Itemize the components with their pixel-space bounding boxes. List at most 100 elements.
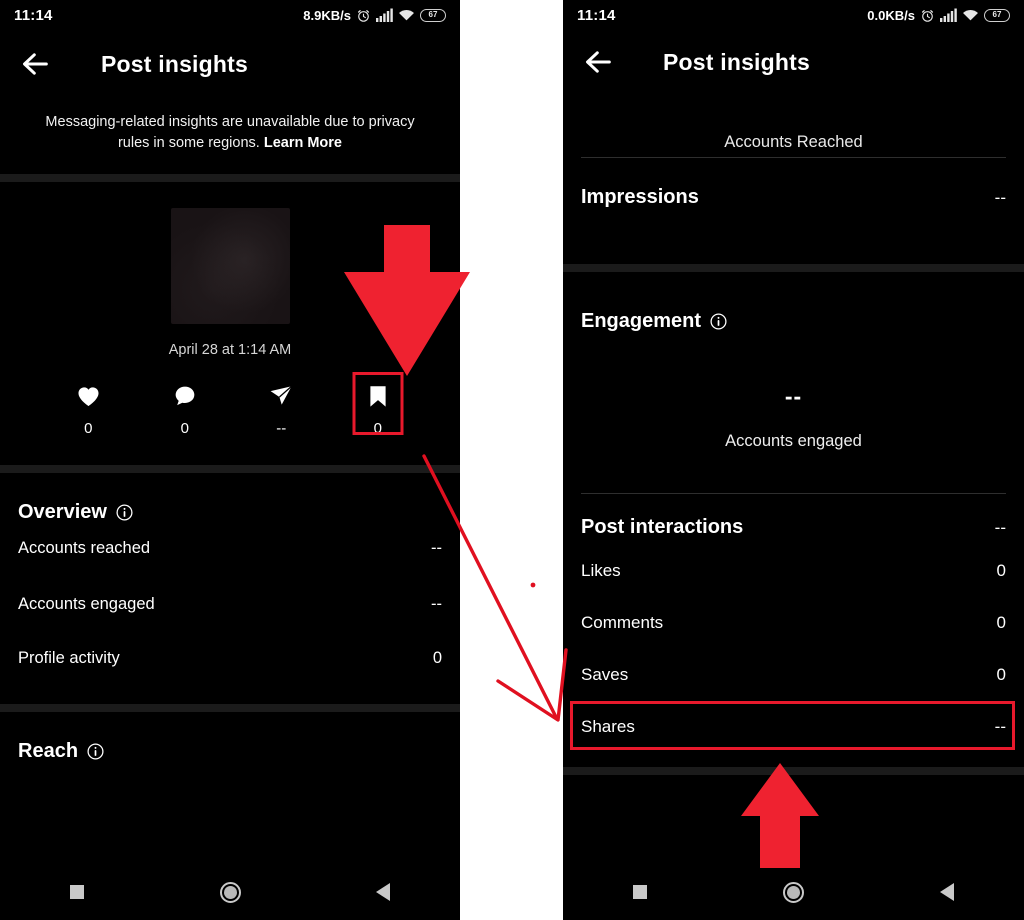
recents-button[interactable] <box>563 885 717 899</box>
bookmark-icon <box>369 384 387 408</box>
red-dot-marker <box>530 582 536 588</box>
metric-value: -- <box>276 420 287 438</box>
overview-row[interactable]: Accounts reached -- <box>18 524 442 558</box>
privacy-notice: Messaging-related insights are unavailab… <box>0 98 460 174</box>
post-date-label: April 28 at 1:14 AM <box>168 342 292 359</box>
heart-icon <box>77 384 100 408</box>
circle-home-icon <box>782 881 804 903</box>
signal-bars-icon <box>376 8 393 22</box>
status-indicators: 8.9KB/s 67 <box>303 8 446 23</box>
reach-title-label: Reach <box>18 740 79 763</box>
android-navbar-right <box>563 864 1024 920</box>
section-divider <box>563 264 1024 272</box>
overview-row[interactable]: Profile activity 0 <box>18 614 442 668</box>
page-title: Post insights <box>663 48 811 75</box>
metric-value: 0 <box>180 420 189 438</box>
interaction-row-comments[interactable]: Comments 0 <box>581 597 1006 649</box>
row-label: Accounts reached <box>18 539 151 558</box>
row-value: 0 <box>432 649 442 668</box>
overview-title-label: Overview <box>18 501 107 524</box>
post-interactions-label: Post interactions <box>581 516 744 538</box>
post-interactions-header[interactable]: Post interactions -- <box>581 516 1006 539</box>
back-button[interactable] <box>870 883 1024 901</box>
post-thumbnail[interactable] <box>170 208 290 325</box>
status-time: 11:14 <box>14 6 53 24</box>
section-divider <box>0 174 460 183</box>
share-icon <box>269 384 293 408</box>
status-time: 11:14 <box>577 6 616 24</box>
network-speed-label: 8.9KB/s <box>303 7 351 23</box>
section-divider <box>563 767 1024 775</box>
row-label: Accounts engaged <box>18 595 155 614</box>
back-button[interactable] <box>307 883 460 901</box>
post-summary-block: April 28 at 1:14 AM 0 0 -- 0 <box>0 182 460 437</box>
info-icon[interactable] <box>116 504 133 521</box>
row-value: -- <box>994 717 1006 736</box>
interaction-row-likes[interactable]: Likes 0 <box>581 545 1006 597</box>
row-label: Profile activity <box>18 649 120 668</box>
app-header-right: Post insights <box>563 30 1024 94</box>
app-header-left: Post insights <box>0 30 460 98</box>
android-navbar-left <box>0 864 460 920</box>
overview-row[interactable]: Accounts engaged -- <box>18 558 442 614</box>
impressions-label: Impressions <box>581 186 699 208</box>
metric-value: 0 <box>84 420 93 438</box>
status-bar-right: 11:14 0.0KB/s 67 <box>563 0 1024 30</box>
metric-comments[interactable]: 0 <box>137 384 234 437</box>
row-label: Likes <box>581 561 621 580</box>
engagement-title: Engagement <box>581 310 1006 333</box>
metric-likes[interactable]: 0 <box>40 384 137 437</box>
back-arrow-icon[interactable] <box>581 45 615 79</box>
battery-level-label: 67 <box>992 10 1002 19</box>
post-interactions-value: -- <box>994 517 1006 537</box>
reach-title: Reach <box>18 740 442 763</box>
recents-button[interactable] <box>0 885 153 899</box>
info-icon[interactable] <box>87 743 104 760</box>
status-bar-left: 11:14 8.9KB/s 67 <box>0 0 460 30</box>
scrolled-accounts-reached-label: Accounts Reached <box>724 133 863 151</box>
right-screenshot-panel: 11:14 0.0KB/s 67 Post insights Accounts … <box>563 0 1024 920</box>
home-button[interactable] <box>717 881 871 903</box>
battery-level-label: 67 <box>428 10 438 19</box>
privacy-notice-text: Messaging-related insights are unavailab… <box>45 114 415 152</box>
wifi-icon <box>399 9 414 20</box>
engagement-title-label: Engagement <box>581 310 702 332</box>
back-arrow-icon[interactable] <box>18 47 52 81</box>
home-button[interactable] <box>153 881 306 903</box>
signal-bars-icon <box>940 8 957 22</box>
metric-saves[interactable]: 0 <box>330 372 427 438</box>
interaction-row-shares[interactable]: Shares -- <box>581 701 1006 753</box>
triangle-back-icon <box>376 883 391 901</box>
reach-section: Reach <box>0 712 460 763</box>
battery-indicator: 67 <box>420 8 446 22</box>
post-interactions-section: Post interactions -- Likes 0 Comments 0 … <box>563 494 1024 753</box>
triangle-back-icon <box>940 883 955 901</box>
interaction-row-saves[interactable]: Saves 0 <box>581 649 1006 701</box>
row-label: Shares <box>581 717 635 736</box>
battery-indicator: 67 <box>984 8 1010 22</box>
learn-more-link[interactable]: Learn More <box>264 135 342 151</box>
row-value: 0 <box>996 613 1006 632</box>
circle-home-icon <box>219 881 241 903</box>
page-title: Post insights <box>101 50 249 77</box>
metric-shares[interactable]: -- <box>233 384 330 437</box>
row-label: Saves <box>581 665 629 684</box>
right-panel-content: Accounts Reached Impressions -- Engageme… <box>563 133 1024 775</box>
post-metrics-row: 0 0 -- 0 <box>0 372 460 438</box>
square-recents-icon <box>69 885 84 899</box>
overview-section: Overview Accounts reached -- Accounts en… <box>0 473 460 668</box>
row-label: Comments <box>581 613 664 632</box>
network-speed-label: 0.0KB/s <box>867 7 915 23</box>
alarm-clock-icon <box>921 9 934 22</box>
info-icon[interactable] <box>710 313 727 330</box>
section-divider <box>0 465 460 474</box>
left-screenshot-panel: 11:14 8.9KB/s 67 Post insights Messaging… <box>0 0 460 920</box>
section-divider <box>0 704 460 713</box>
impressions-block[interactable]: Impressions -- <box>563 158 1024 209</box>
metric-value: 0 <box>373 420 382 438</box>
alarm-clock-icon <box>357 9 370 22</box>
row-value: 0 <box>996 561 1006 580</box>
row-value: 0 <box>996 665 1006 684</box>
comment-icon <box>174 384 196 408</box>
wifi-icon <box>963 9 978 20</box>
